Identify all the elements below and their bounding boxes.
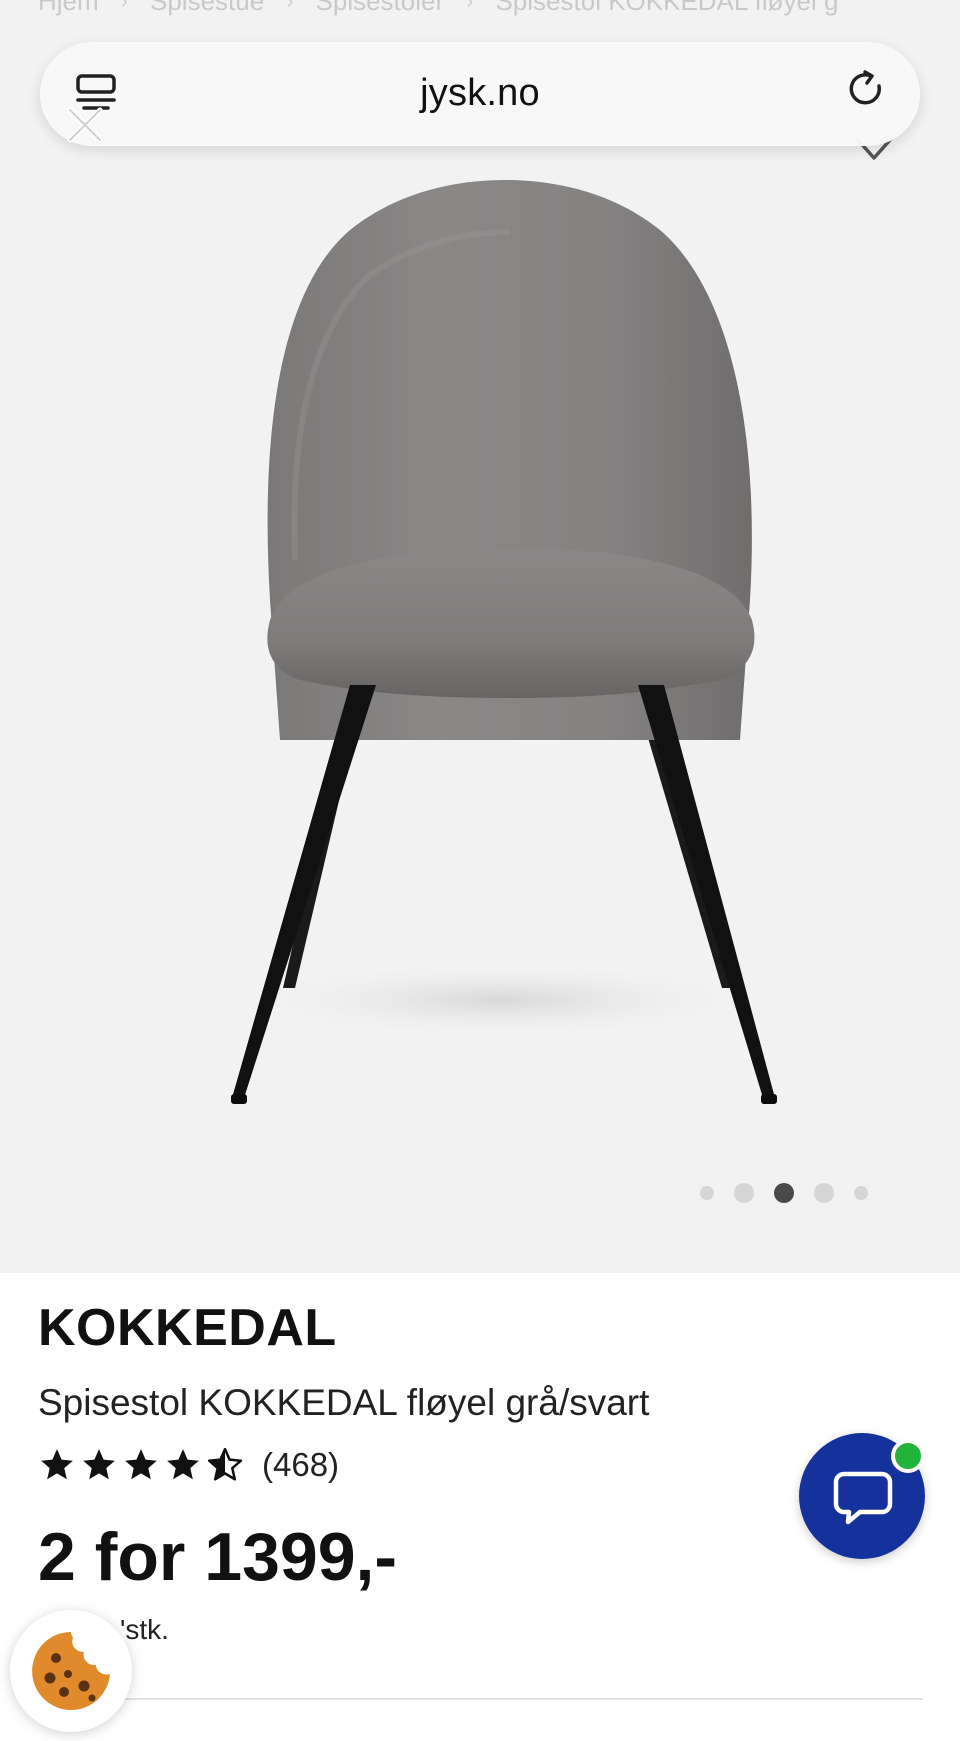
breadcrumb-item-current: Spisestol KOKKEDAL fløyel g bbox=[495, 0, 839, 16]
product-price: 2 for 1399,- bbox=[38, 1519, 398, 1595]
section-divider bbox=[38, 1698, 923, 1700]
breadcrumb-item-dining-chairs[interactable]: Spisestoler bbox=[316, 0, 445, 17]
star-full-icon bbox=[41, 1449, 73, 1480]
breadcrumb: Hjem › Spisestue › Spisestoler › Spisest… bbox=[38, 0, 838, 16]
breadcrumb-item-home[interactable]: Hjem bbox=[38, 0, 99, 17]
gallery-dot-3-active[interactable] bbox=[774, 1183, 794, 1203]
rating-stars bbox=[38, 1446, 244, 1484]
gallery-pagination bbox=[700, 1183, 900, 1203]
chevron-right-icon: › bbox=[120, 0, 128, 13]
product-rating[interactable]: (468) bbox=[38, 1446, 339, 1484]
gallery-dot-2[interactable] bbox=[734, 1183, 754, 1203]
gallery-dot-1[interactable] bbox=[700, 1186, 714, 1200]
gallery-dot-5[interactable] bbox=[854, 1186, 868, 1200]
product-name: KOKKEDAL bbox=[38, 1299, 337, 1357]
online-status-dot bbox=[891, 1439, 925, 1473]
chat-bubble-icon bbox=[833, 1471, 893, 1525]
gallery-dot-4[interactable] bbox=[814, 1183, 834, 1203]
product-description: Spisestol KOKKEDAL fløyel grå/svart bbox=[38, 1382, 650, 1423]
review-count[interactable]: (468) bbox=[262, 1446, 339, 1484]
star-half-icon bbox=[207, 1447, 243, 1481]
chevron-right-icon: › bbox=[466, 0, 474, 13]
star-full-icon bbox=[167, 1449, 199, 1480]
breadcrumb-item-dining-room[interactable]: Spisestue bbox=[150, 0, 264, 17]
browser-address-bar[interactable]: jysk.no bbox=[40, 42, 920, 146]
product-image bbox=[230, 180, 777, 1104]
product-image-gallery[interactable]: Hjem › Spisestue › Spisestoler › Spisest… bbox=[0, 0, 960, 1273]
cookie-settings-button[interactable] bbox=[10, 1610, 132, 1732]
cookie-icon bbox=[32, 1632, 110, 1710]
close-icon[interactable] bbox=[62, 102, 108, 148]
url-text[interactable]: jysk.no bbox=[40, 72, 920, 115]
reload-icon[interactable] bbox=[845, 68, 889, 112]
star-full-icon bbox=[83, 1449, 115, 1480]
chevron-right-icon: › bbox=[286, 0, 294, 13]
unit-price-text: 'stk. bbox=[120, 1614, 169, 1645]
star-full-icon bbox=[125, 1449, 157, 1480]
